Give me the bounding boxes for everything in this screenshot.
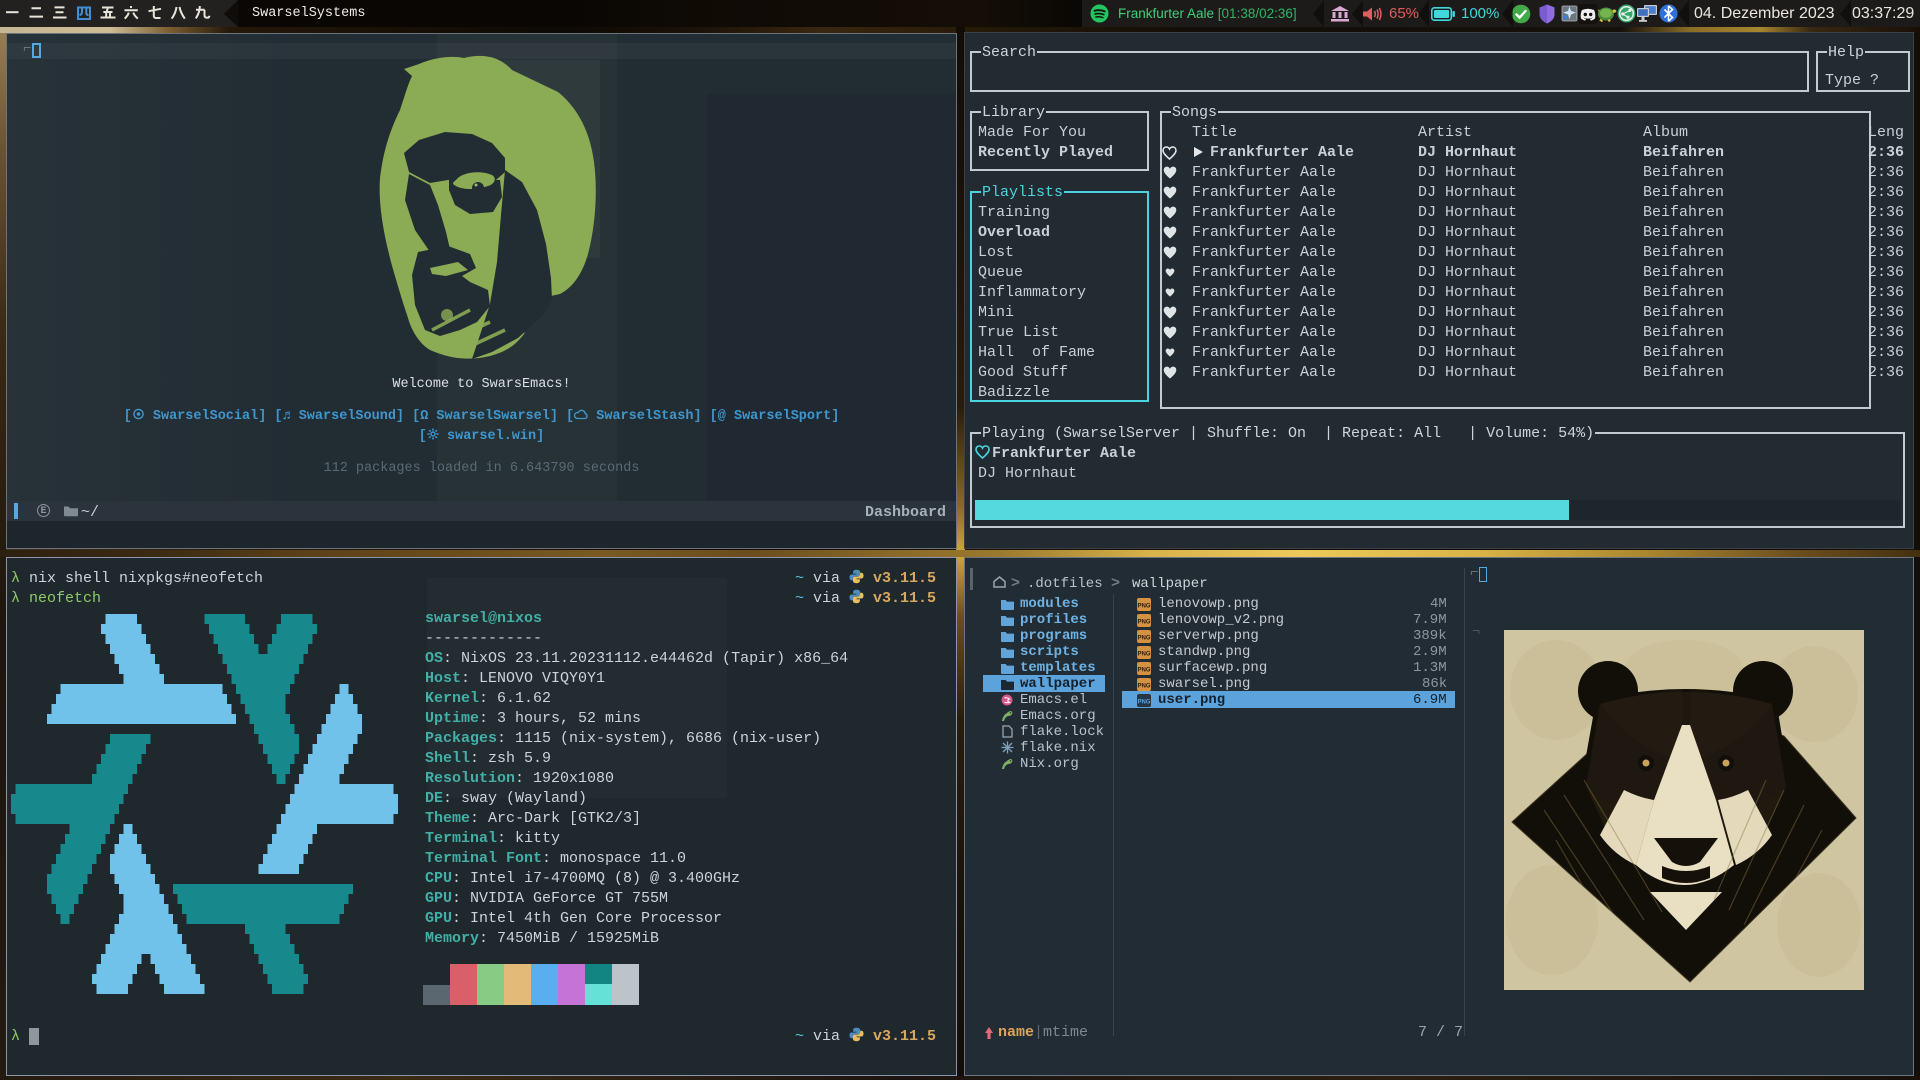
svg-text:PNG: PNG <box>1137 636 1150 642</box>
svg-text:PNG: PNG <box>1137 620 1150 626</box>
svg-text:PNG: PNG <box>1137 700 1150 706</box>
svg-text:PNG: PNG <box>1137 684 1150 690</box>
svg-text:PNG: PNG <box>1137 668 1150 674</box>
svg-text:PNG: PNG <box>1137 652 1150 658</box>
svg-text:PNG: PNG <box>1137 604 1150 610</box>
